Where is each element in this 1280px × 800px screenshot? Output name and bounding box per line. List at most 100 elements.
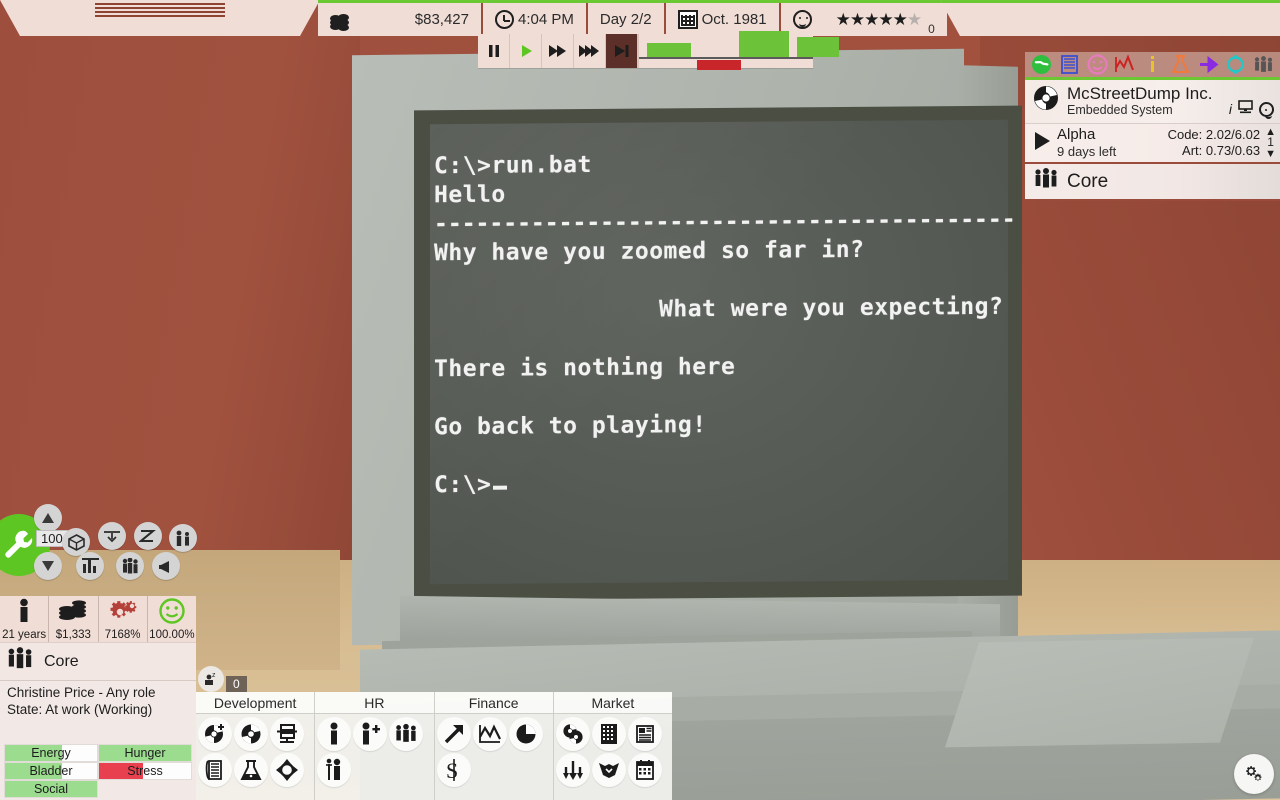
- star-filled: ★: [849, 9, 865, 29]
- info-icon[interactable]: [1142, 54, 1163, 75]
- growth-button[interactable]: [436, 717, 471, 751]
- age-stat-value: 21 years: [2, 629, 47, 641]
- zoom-down-button[interactable]: [34, 552, 62, 580]
- terminal-line: There is nothing here: [434, 353, 736, 383]
- progress-bar-positive: [647, 43, 691, 57]
- need-label: Stress: [127, 764, 163, 778]
- stats-button[interactable]: [472, 717, 507, 751]
- money-value: $83,427: [414, 11, 469, 28]
- smiley-icon: [159, 598, 185, 629]
- globe-icon[interactable]: [1031, 54, 1052, 75]
- build-category-items: S: [435, 714, 553, 800]
- happiness-stat-value: 100.00%: [149, 629, 195, 641]
- play-triangle-icon[interactable]: [1029, 131, 1057, 156]
- need-label: Hunger: [124, 746, 166, 760]
- terminal-line: What were you expecting?: [659, 293, 1004, 323]
- pie-report-button[interactable]: [508, 717, 543, 751]
- documents-icon[interactable]: [1059, 54, 1080, 75]
- company-header[interactable]: McStreetDump Inc. Embedded System i: [1025, 80, 1280, 123]
- need-stress[interactable]: Stress: [98, 762, 192, 780]
- arrow-right-icon[interactable]: [1198, 54, 1219, 75]
- team-group-icon: [1033, 168, 1059, 195]
- terminal-output: C:\>run.bat Hello ------------------------…: [434, 148, 1016, 552]
- settings-button[interactable]: [1234, 754, 1274, 794]
- star-count: 0: [928, 22, 935, 36]
- money-indicator[interactable]: $83,427: [318, 3, 483, 36]
- person-needs: Energy Hunger Bladder Stress Social: [4, 744, 192, 798]
- coin-stack-icon: [58, 598, 88, 629]
- research-button[interactable]: [234, 753, 268, 787]
- bar-chart-overlay-button[interactable]: [76, 552, 104, 580]
- skip-button[interactable]: [606, 34, 638, 68]
- build-category-label: Market: [553, 692, 672, 714]
- project-row[interactable]: Alpha 9 days left Code: 2.02/6.02 Art: 0…: [1025, 122, 1280, 165]
- terminal-cursor: [493, 485, 508, 490]
- need-hunger[interactable]: Hunger: [98, 744, 192, 762]
- team-button[interactable]: [389, 717, 424, 751]
- build-category-label: HR: [315, 692, 434, 714]
- training-button[interactable]: [317, 753, 352, 787]
- cash-stat[interactable]: $1,333: [49, 596, 99, 642]
- project-name: Alpha: [1057, 126, 1096, 144]
- distribute-button[interactable]: [555, 753, 590, 787]
- play-button[interactable]: [510, 34, 542, 68]
- staff-overlay-button[interactable]: [169, 524, 197, 552]
- fast-forward-button[interactable]: [542, 34, 574, 68]
- mood-icon[interactable]: [1086, 54, 1108, 75]
- roof-toggle-button[interactable]: [98, 522, 126, 550]
- star-rating: ★ ★ ★ ★ ★ ★: [836, 9, 923, 30]
- people-overlay-button[interactable]: [116, 552, 144, 580]
- age-stat[interactable]: 21 years: [0, 596, 50, 642]
- competitors-button[interactable]: [591, 717, 626, 751]
- company-panel: McStreetDump Inc. Embedded System i Alph…: [1025, 52, 1280, 202]
- person-icon: [13, 598, 35, 629]
- team-icon[interactable]: [1253, 55, 1274, 75]
- build-category-development: Development: [196, 692, 316, 800]
- smiley-icon[interactable]: [1259, 101, 1274, 119]
- clock-icon: [495, 10, 514, 29]
- employee-button[interactable]: [317, 717, 352, 751]
- day-value: Day 2/2: [599, 11, 652, 28]
- schedule-button[interactable]: [627, 753, 662, 787]
- date-value: Oct. 1981: [701, 11, 767, 28]
- monitor-icon[interactable]: [1238, 100, 1253, 119]
- need-social[interactable]: Social: [4, 780, 98, 798]
- info-icon[interactable]: i: [1229, 101, 1232, 117]
- time-value: 4:04 PM: [518, 11, 574, 28]
- happiness-stat[interactable]: 100.00%: [148, 596, 196, 642]
- hire-button[interactable]: [353, 717, 388, 751]
- chart-icon[interactable]: [1114, 54, 1135, 75]
- sleep-overlay-button[interactable]: [134, 522, 162, 550]
- server-button[interactable]: [270, 717, 304, 751]
- software-button[interactable]: [234, 717, 268, 751]
- zoom-up-button[interactable]: [34, 504, 62, 532]
- rating-indicator[interactable]: ★ ★ ★ ★ ★ ★ 0: [824, 3, 947, 37]
- refresh-icon[interactable]: [1225, 54, 1246, 75]
- news-button[interactable]: [627, 717, 662, 751]
- time-indicator[interactable]: 4:04 PM: [483, 3, 588, 36]
- sound-toggle-button[interactable]: [152, 552, 180, 580]
- need-label: Energy: [31, 746, 71, 760]
- update-button[interactable]: [270, 753, 304, 787]
- pause-button[interactable]: [478, 34, 510, 68]
- design-document-button[interactable]: [198, 753, 232, 787]
- menu-hamburger-icon[interactable]: [95, 3, 225, 17]
- disc-logo-icon: [1033, 85, 1059, 116]
- team-group-icon: [6, 647, 34, 676]
- sleeping-worker-count: 0: [226, 676, 247, 692]
- efficiency-stat[interactable]: 7168%: [99, 596, 148, 642]
- market-share-button[interactable]: [555, 717, 590, 751]
- progress-bar-positive: [739, 31, 789, 57]
- team-row[interactable]: Core: [1025, 164, 1280, 202]
- faster-forward-button[interactable]: [574, 34, 606, 68]
- need-bladder[interactable]: Bladder: [4, 762, 98, 780]
- selected-team-row[interactable]: Core: [0, 642, 196, 680]
- day-indicator[interactable]: Day 2/2: [588, 3, 666, 36]
- research-flask-icon[interactable]: [1170, 54, 1191, 75]
- deal-button[interactable]: [591, 753, 626, 787]
- priority-down-arrow[interactable]: ▼: [1265, 148, 1276, 159]
- new-software-button[interactable]: [198, 717, 232, 751]
- need-energy[interactable]: Energy: [4, 744, 98, 762]
- sleeping-workers-badge[interactable]: z 0: [198, 666, 247, 692]
- loans-button[interactable]: S: [436, 753, 471, 787]
